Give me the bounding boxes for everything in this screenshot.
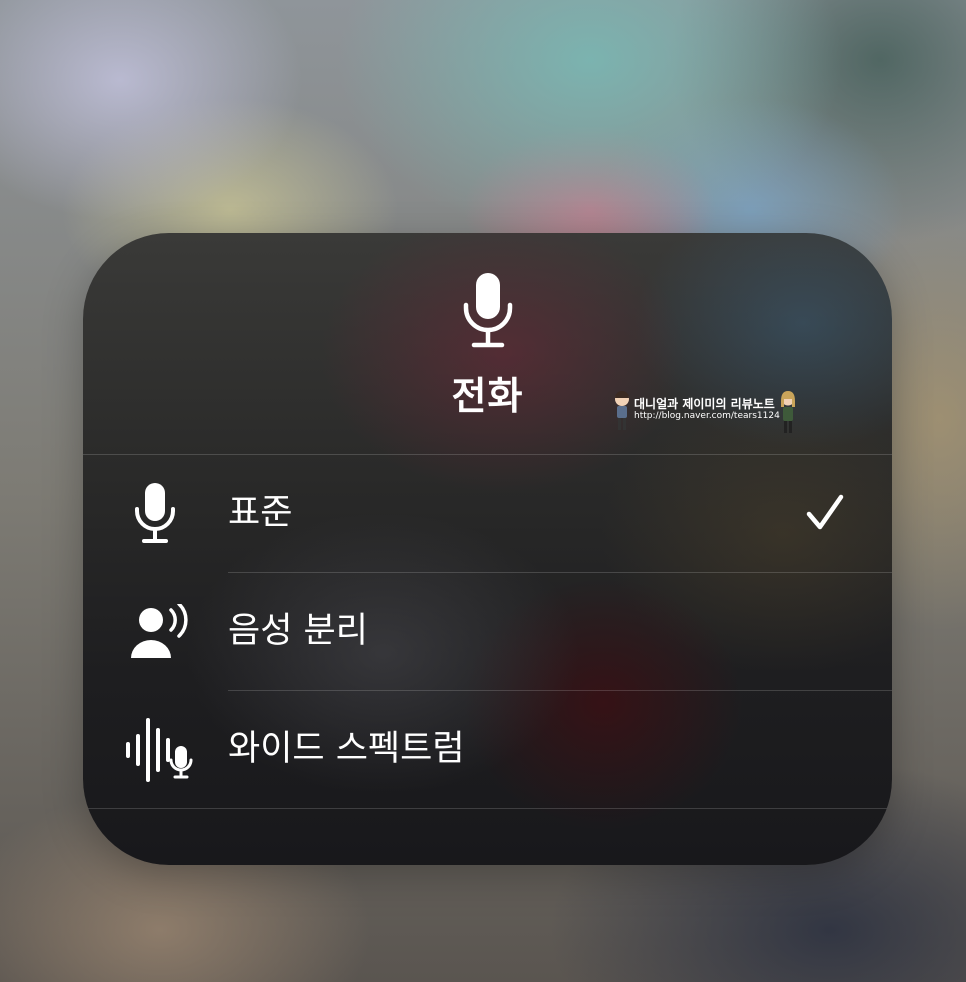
checkmark-icon — [806, 494, 844, 530]
mode-label: 와이드 스펙트럼 — [228, 729, 465, 769]
boy-character-icon — [615, 391, 629, 430]
mode-option-voice-isolation[interactable]: 음성 분리 — [83, 573, 892, 690]
microphone-icon — [463, 273, 513, 348]
voice-isolation-icon — [127, 573, 191, 690]
wide-spectrum-icon — [123, 691, 195, 808]
watermark-url: http://blog.naver.com/tears1124 — [634, 411, 780, 421]
mode-option-wide-spectrum[interactable]: 와이드 스펙트럼 — [83, 691, 892, 808]
microphone-icon — [133, 455, 177, 572]
mode-label: 음성 분리 — [228, 611, 368, 651]
watermark-title: 대니얼과 제이미의 리뷰노트 — [634, 397, 775, 411]
panel-header: 전화 대니얼과 제이미의 리뷰노트 http://blog.naver.com/… — [83, 233, 892, 454]
blog-watermark: 대니얼과 제이미의 리뷰노트 http://blog.naver.com/tea… — [608, 389, 800, 435]
mic-mode-panel: 전화 대니얼과 제이미의 리뷰노트 http://blog.naver.com/… — [83, 233, 892, 865]
item-divider — [83, 808, 892, 809]
mode-label: 표준 — [228, 493, 293, 533]
mode-option-standard[interactable]: 표준 — [83, 455, 892, 572]
girl-character-icon — [781, 391, 795, 433]
